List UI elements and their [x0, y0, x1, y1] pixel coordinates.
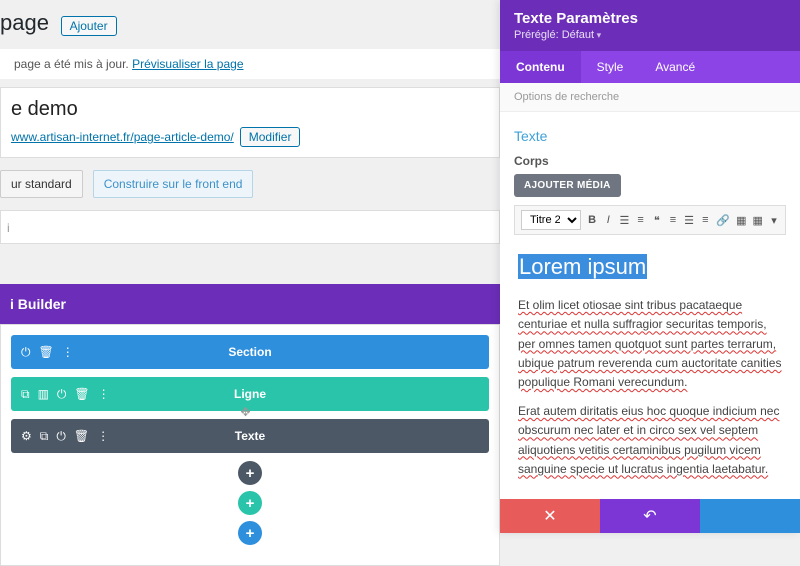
add-section-button[interactable]: +: [238, 521, 262, 545]
builder-area: ⏻ 🗑 ⋮ Section ⧉ ▥ ⏻ 🗑 ⋮ Ligne ✥ ⚙ ⧉: [0, 324, 500, 566]
row-columns-icon[interactable]: ▥: [38, 387, 49, 401]
module-more-icon[interactable]: ⋮: [97, 429, 109, 443]
module-bar[interactable]: ⚙ ⧉ ⏻ 🗑 ⋮ Texte: [11, 419, 489, 453]
section-toggle-icon[interactable]: ⏻: [21, 345, 31, 360]
close-icon: ✕: [543, 506, 556, 526]
tab-content[interactable]: Contenu: [500, 51, 581, 83]
undo-button[interactable]: ↶: [600, 499, 700, 533]
content-paragraph-2[interactable]: Erat autem diritatis eius hoc quoque ind…: [518, 402, 782, 479]
module-toggle-icon[interactable]: ⏻: [56, 429, 66, 444]
row-toggle-icon[interactable]: ⏻: [57, 387, 67, 402]
section-label: Section: [228, 345, 271, 359]
add-media-button[interactable]: AJOUTER MÉDIA: [514, 174, 621, 197]
permalink[interactable]: www.artisan-internet.fr/page-article-dem…: [11, 130, 234, 144]
italic-icon[interactable]: I: [603, 213, 613, 227]
settings-sidebar: Texte Paramètres Préréglé: Défaut Conten…: [500, 0, 800, 533]
preview-link[interactable]: Prévisualiser la page: [132, 57, 243, 71]
quote-icon[interactable]: ❝: [652, 213, 662, 227]
title-panel: e demo www.artisan-internet.fr/page-arti…: [0, 87, 500, 158]
tab-advanced[interactable]: Avancé: [639, 51, 711, 83]
add-module-button[interactable]: +: [238, 461, 262, 485]
content-paragraph-1[interactable]: Et olim licet otiosae sint tribus pacata…: [518, 296, 782, 392]
build-frontend-button[interactable]: Construire sur le front end: [93, 170, 254, 198]
tab-style[interactable]: Style: [581, 51, 640, 83]
page-title: page: [0, 10, 49, 35]
module-delete-icon[interactable]: 🗑: [74, 429, 89, 443]
bullet-list-icon[interactable]: ☰: [619, 213, 629, 227]
sidebar-title: Texte Paramètres: [514, 10, 786, 27]
toolbar-more-icon[interactable]: ▾: [769, 213, 779, 227]
permalink-edit-button[interactable]: Modifier: [240, 127, 301, 147]
module-label: Texte: [235, 429, 265, 443]
link-icon[interactable]: 🔗: [716, 213, 730, 227]
section-text[interactable]: Texte: [514, 128, 786, 144]
builder-header: i Builder: [0, 284, 500, 324]
row-delete-icon[interactable]: 🗑: [74, 387, 89, 401]
add-row-button[interactable]: +: [238, 491, 262, 515]
collapsed-panel[interactable]: i: [0, 210, 500, 244]
module-settings-icon[interactable]: ⚙: [21, 429, 32, 443]
align-left-icon[interactable]: ≡: [668, 213, 678, 227]
image-icon[interactable]: ▦: [736, 213, 746, 227]
settings-search-input[interactable]: Options de recherche: [500, 83, 800, 112]
section-more-icon[interactable]: ⋮: [62, 345, 74, 359]
editor-toolbar: Titre 2 B I ☰ ≡ ❝ ≡ ☰ ≡ 🔗 ▦ ▦ ▾: [514, 205, 786, 235]
number-list-icon[interactable]: ≡: [636, 213, 646, 227]
body-label: Corps: [514, 154, 786, 168]
add-page-button[interactable]: Ajouter: [61, 16, 117, 36]
align-right-icon[interactable]: ≡: [700, 213, 710, 227]
post-title-input[interactable]: e demo: [11, 98, 489, 121]
format-select[interactable]: Titre 2: [521, 210, 581, 230]
preset-dropdown[interactable]: Préréglé: Défaut: [514, 29, 786, 41]
cancel-button[interactable]: ✕: [500, 499, 600, 533]
editor-standard-button[interactable]: ur standard: [0, 170, 83, 198]
editor-content[interactable]: Lorem ipsum Et olim licet otiosae sint t…: [514, 235, 786, 499]
row-duplicate-icon[interactable]: ⧉: [21, 387, 30, 402]
drag-handle-icon[interactable]: ✥: [240, 405, 250, 419]
undo-icon: ↶: [643, 506, 656, 526]
table-icon[interactable]: ▦: [752, 213, 762, 227]
row-label: Ligne: [234, 387, 266, 401]
row-more-icon[interactable]: ⋮: [98, 387, 110, 401]
module-duplicate-icon[interactable]: ⧉: [40, 429, 49, 444]
section-bar[interactable]: ⏻ 🗑 ⋮ Section: [11, 335, 489, 369]
section-delete-icon[interactable]: 🗑: [39, 345, 54, 359]
align-center-icon[interactable]: ☰: [684, 213, 694, 227]
save-button[interactable]: [700, 499, 800, 533]
update-notice: page a été mis à jour. Prévisualiser la …: [0, 49, 500, 79]
bold-icon[interactable]: B: [587, 213, 597, 227]
content-heading[interactable]: Lorem ipsum: [518, 249, 782, 284]
